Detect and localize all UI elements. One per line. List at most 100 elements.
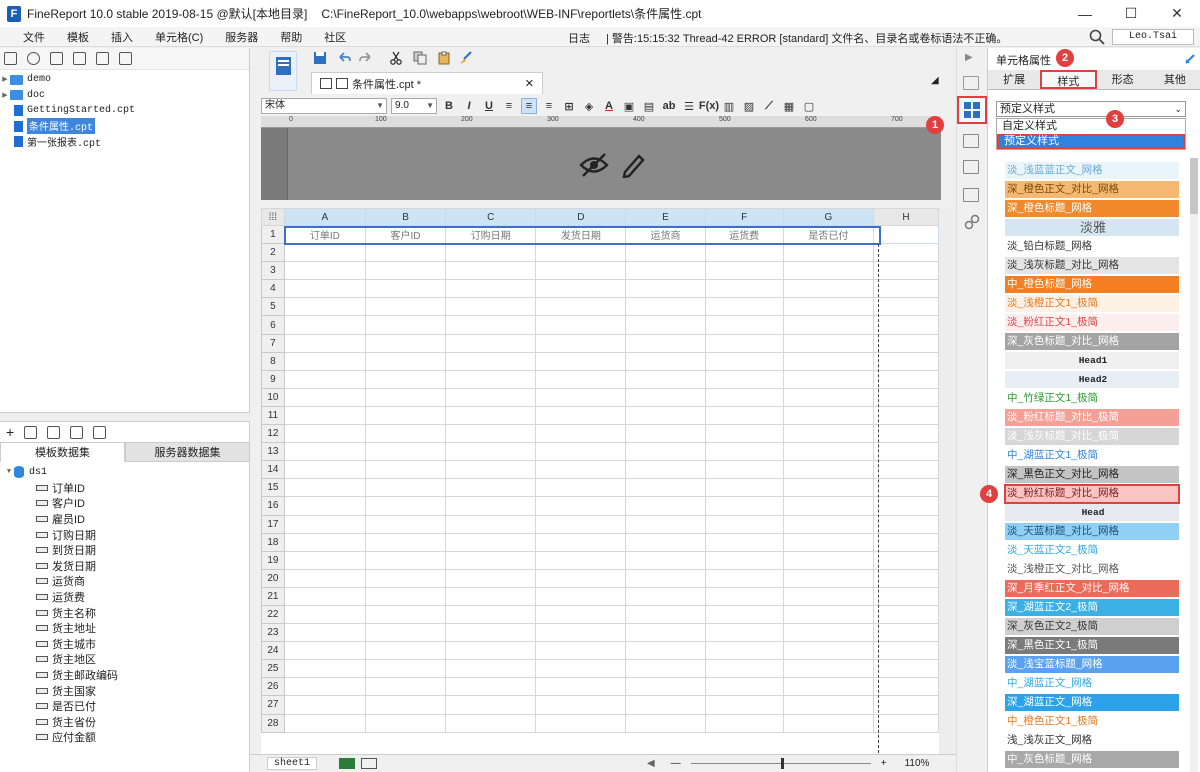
- widget-setting-icon[interactable]: [963, 188, 979, 202]
- grid-cell[interactable]: [782, 677, 874, 697]
- grid-cell[interactable]: [704, 369, 784, 389]
- insert-richtext-icon[interactable]: ☰: [681, 98, 697, 114]
- grid-cell[interactable]: [283, 604, 366, 625]
- grid-cell[interactable]: [704, 586, 784, 606]
- grid-cell[interactable]: [535, 261, 627, 281]
- grid-cell[interactable]: [283, 695, 366, 715]
- row-header[interactable]: 7: [261, 333, 285, 353]
- grid-cell[interactable]: [535, 424, 627, 444]
- grid-cell[interactable]: [625, 424, 706, 444]
- paste-icon[interactable]: [437, 51, 451, 65]
- style-item[interactable]: 深_灰色标题_对比_网格: [1005, 333, 1179, 350]
- grid-cell[interactable]: [283, 333, 366, 353]
- align-right-icon[interactable]: ≡: [541, 98, 557, 114]
- column-header[interactable]: A: [283, 208, 366, 226]
- grid-cell[interactable]: [283, 478, 366, 498]
- menu-community[interactable]: 社区: [313, 29, 357, 45]
- grid-cell[interactable]: [872, 695, 939, 715]
- grid-cell[interactable]: [445, 424, 537, 444]
- grid-cell[interactable]: [445, 442, 537, 462]
- grid-cell[interactable]: [782, 550, 874, 570]
- zoom-out-icon[interactable]: —: [671, 758, 681, 769]
- grid-cell[interactable]: 订购日期: [445, 224, 537, 245]
- grid-cell[interactable]: [535, 333, 627, 353]
- grid-cell[interactable]: [283, 351, 366, 371]
- maximize-button[interactable]: ☐: [1108, 0, 1154, 27]
- grid-cell[interactable]: [704, 243, 784, 263]
- grid-cell[interactable]: [535, 478, 627, 498]
- dataset-field[interactable]: 货主国家: [0, 683, 250, 699]
- style-list-scrollbar[interactable]: [1190, 158, 1198, 772]
- grid-cell[interactable]: [872, 623, 939, 643]
- grid-cell[interactable]: [872, 243, 939, 263]
- grid-cell[interactable]: [445, 532, 537, 552]
- row-header[interactable]: 21: [261, 586, 285, 606]
- tab-form[interactable]: 形态: [1097, 70, 1149, 89]
- grid-cell[interactable]: [704, 460, 784, 480]
- grid-cell[interactable]: [625, 532, 706, 552]
- grid-cell[interactable]: [782, 424, 874, 444]
- grid-cell[interactable]: [704, 405, 784, 426]
- grid-cell[interactable]: [445, 387, 537, 407]
- grid-cell[interactable]: [535, 387, 627, 407]
- grid-cell[interactable]: [364, 460, 447, 480]
- style-item[interactable]: 中_灰色标题_网格: [1005, 751, 1179, 768]
- menu-file[interactable]: 文件: [12, 29, 56, 45]
- hide-eye-icon[interactable]: [579, 152, 609, 178]
- grid-cell[interactable]: [445, 623, 537, 643]
- grid-cell[interactable]: [283, 261, 366, 281]
- format-painter-icon[interactable]: [459, 51, 473, 65]
- grid-corner[interactable]: ⁞⁞⁞: [261, 208, 285, 226]
- tree-item-demo[interactable]: ▶ demo: [0, 72, 249, 88]
- grid-cell[interactable]: [364, 695, 447, 715]
- dataset-field[interactable]: 订购日期: [0, 527, 250, 543]
- row-header[interactable]: 17: [261, 514, 285, 534]
- grid-cell[interactable]: [625, 478, 706, 498]
- split-cells-icon[interactable]: ▤: [641, 98, 657, 114]
- style-item[interactable]: 淡_浅蓝蓝正文_网格: [1005, 162, 1179, 179]
- cut-icon[interactable]: [389, 51, 403, 65]
- grid-cell[interactable]: [704, 424, 784, 444]
- style-item[interactable]: 中_橙色正文1_极简: [1005, 713, 1179, 730]
- grid-cell[interactable]: [283, 659, 366, 679]
- grid-cell[interactable]: [364, 550, 447, 570]
- grid-cell[interactable]: [364, 496, 447, 516]
- grid-cell[interactable]: [445, 514, 537, 534]
- zoom-slider[interactable]: [690, 758, 871, 769]
- style-item[interactable]: 淡雅: [1005, 219, 1179, 236]
- style-item[interactable]: 深_黑色正文_对比_网格: [1005, 466, 1179, 483]
- grid-cell[interactable]: [704, 532, 784, 552]
- grid-cell[interactable]: [782, 586, 874, 606]
- close-button[interactable]: ✕: [1154, 0, 1200, 27]
- grid-cell[interactable]: [704, 568, 784, 588]
- grid-cell[interactable]: [782, 532, 874, 552]
- grid-cell[interactable]: [625, 713, 706, 733]
- grid-cell[interactable]: [364, 659, 447, 679]
- edit-dataset-icon[interactable]: [24, 425, 38, 439]
- insert-image-icon[interactable]: ▨: [741, 98, 757, 114]
- dataset-field[interactable]: 货主地区: [0, 652, 250, 668]
- grid-cell[interactable]: 客户ID: [364, 224, 447, 245]
- grid-cell[interactable]: [872, 604, 939, 625]
- grid-cell[interactable]: [364, 333, 447, 353]
- grid-cell[interactable]: [872, 514, 939, 534]
- style-item[interactable]: 淡_浅宝蓝标题_网格: [1005, 656, 1179, 673]
- grid-cell[interactable]: [704, 641, 784, 661]
- grid-cell[interactable]: [364, 641, 447, 661]
- grid-cell[interactable]: [535, 623, 627, 643]
- dataset-field[interactable]: 货主地址: [0, 620, 250, 636]
- grid-cell[interactable]: [625, 297, 706, 317]
- tab-expand[interactable]: 扩展: [988, 70, 1040, 89]
- style-item[interactable]: 淡_浅橙正文1_极简: [1005, 295, 1179, 312]
- dataset-field[interactable]: 发货日期: [0, 558, 250, 574]
- grid-cell[interactable]: [625, 442, 706, 462]
- redo-icon[interactable]: [359, 51, 373, 65]
- grid-cell[interactable]: [625, 387, 706, 407]
- grid-cell[interactable]: [445, 333, 537, 353]
- grid-cell[interactable]: [283, 641, 366, 661]
- bold-button[interactable]: B: [441, 98, 457, 114]
- grid-cell[interactable]: [364, 243, 447, 263]
- grid-cell[interactable]: [704, 351, 784, 371]
- undo-icon[interactable]: [337, 51, 351, 65]
- grid-cell[interactable]: [872, 496, 939, 516]
